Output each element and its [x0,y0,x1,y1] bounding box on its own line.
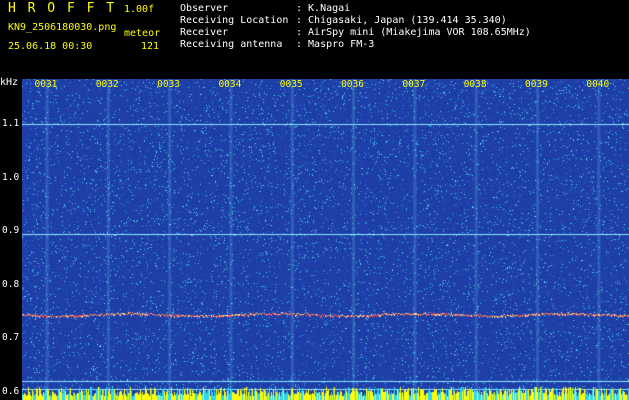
time-tick-label: 0039 [525,79,548,90]
info-value-antenna: : Maspro FM-3 [296,39,375,50]
time-tick-label: 0033 [157,79,181,90]
y-tick-label: 0.6 [2,385,20,397]
time-tick-label: 0035 [279,79,303,90]
mode-label: meteor [124,28,161,39]
time-tick-label: 0031 [34,79,58,90]
time-tick-label: 0040 [586,79,610,90]
y-tick-label: 1.0 [2,171,20,183]
y-tick-label: 0.8 [2,278,20,290]
app-brand: H R O F F T [8,1,117,16]
info-label-receiver: Receiver [180,27,229,38]
app-version: 1.00f [124,4,155,15]
info-label-observer: Observer [180,3,229,14]
file-name: KN9_2506180030.png [8,22,117,33]
y-tick-label: 1.1 [2,118,20,130]
count-value: 121 [141,41,160,52]
y-axis-unit: kHz [0,77,19,88]
info-value-observer: : K.Nagai [296,3,351,14]
header-panel: H R O F F T 1.00f KN9_2506180030.png met… [0,0,629,78]
y-tick-label: 0.7 [2,332,20,344]
info-value-location: : Chigasaki, Japan (139.414 35.340) [296,15,507,26]
info-value-receiver: : AirSpy mini (Miakejima VOR 108.65MHz) [296,27,531,38]
time-tick-label: 0032 [95,79,119,90]
time-tick-label: 0038 [463,79,487,90]
info-label-location: Receiving Location [180,15,289,26]
date-time: 25.06.18 00:30 [8,41,93,52]
spectrogram-waterfall [22,79,629,400]
time-tick-label: 0037 [402,79,426,90]
y-tick-label: 0.9 [2,225,20,237]
time-tick-label: 0036 [341,79,364,90]
info-label-antenna: Receiving antenna [180,39,283,50]
time-tick-label: 0034 [218,79,242,90]
